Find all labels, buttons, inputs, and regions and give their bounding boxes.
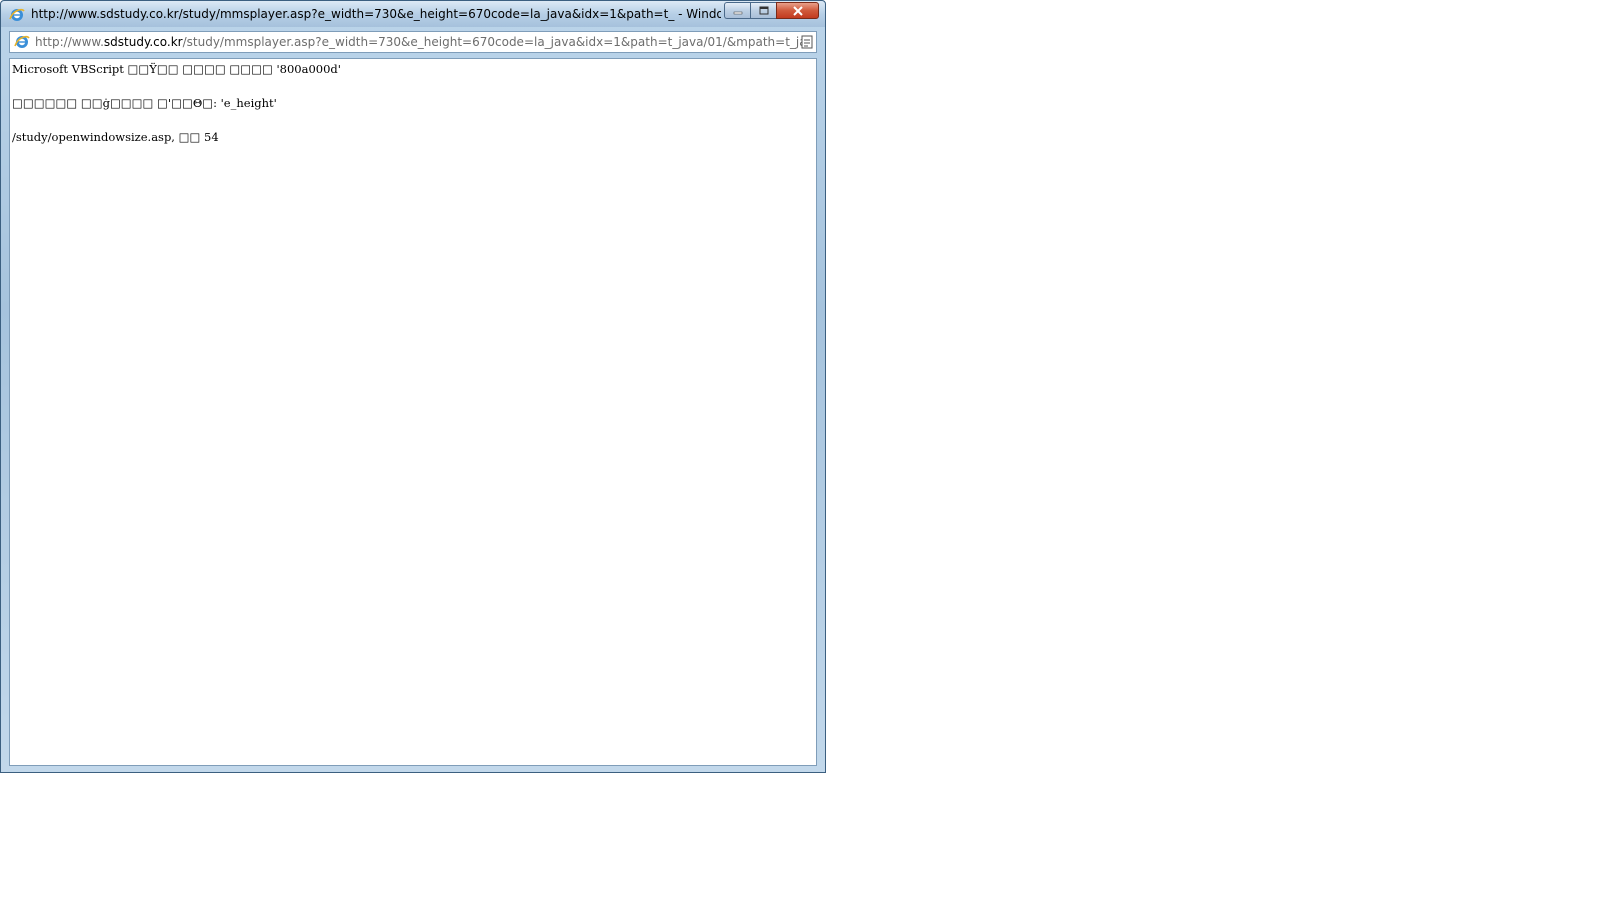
title-bar[interactable]: http://www.sdstudy.co.kr/study/mmsplayer… bbox=[1, 1, 825, 27]
address-bar[interactable]: http://www.sdstudy.co.kr/study/mmsplayer… bbox=[9, 31, 817, 53]
error-line-1: Microsoft VBScript □□Ÿ□□ □□□□ □□□□ '800a… bbox=[12, 62, 341, 76]
address-domain: sdstudy.co.kr bbox=[103, 35, 183, 49]
error-line-3: /study/openwindowsize.asp, □□ 54 bbox=[12, 130, 219, 144]
caption-buttons bbox=[724, 2, 819, 20]
close-button[interactable] bbox=[776, 2, 819, 19]
maximize-button[interactable] bbox=[750, 2, 776, 19]
close-icon bbox=[792, 5, 803, 16]
maximize-icon bbox=[759, 6, 768, 15]
minimize-icon bbox=[733, 11, 742, 14]
page-icon[interactable] bbox=[801, 35, 813, 49]
browser-window: http://www.sdstudy.co.kr/study/mmsplayer… bbox=[0, 0, 826, 773]
ie-icon bbox=[14, 35, 30, 48]
address-url[interactable]: http://www.sdstudy.co.kr/study/mmsplayer… bbox=[35, 35, 805, 49]
window-title: http://www.sdstudy.co.kr/study/mmsplayer… bbox=[31, 7, 721, 21]
ie-icon bbox=[9, 8, 25, 21]
page-content: Microsoft VBScript □□Ÿ□□ □□□□ □□□□ '800a… bbox=[9, 58, 817, 766]
error-line-2: □□□□□□ □□ġ□□□□ □'□□Θ□: 'e_height' bbox=[12, 96, 277, 110]
address-prefix: http://www. bbox=[35, 35, 104, 49]
address-path: /study/mmsplayer.asp?e_width=730&e_heigh… bbox=[182, 35, 805, 49]
minimize-button[interactable] bbox=[724, 2, 750, 19]
